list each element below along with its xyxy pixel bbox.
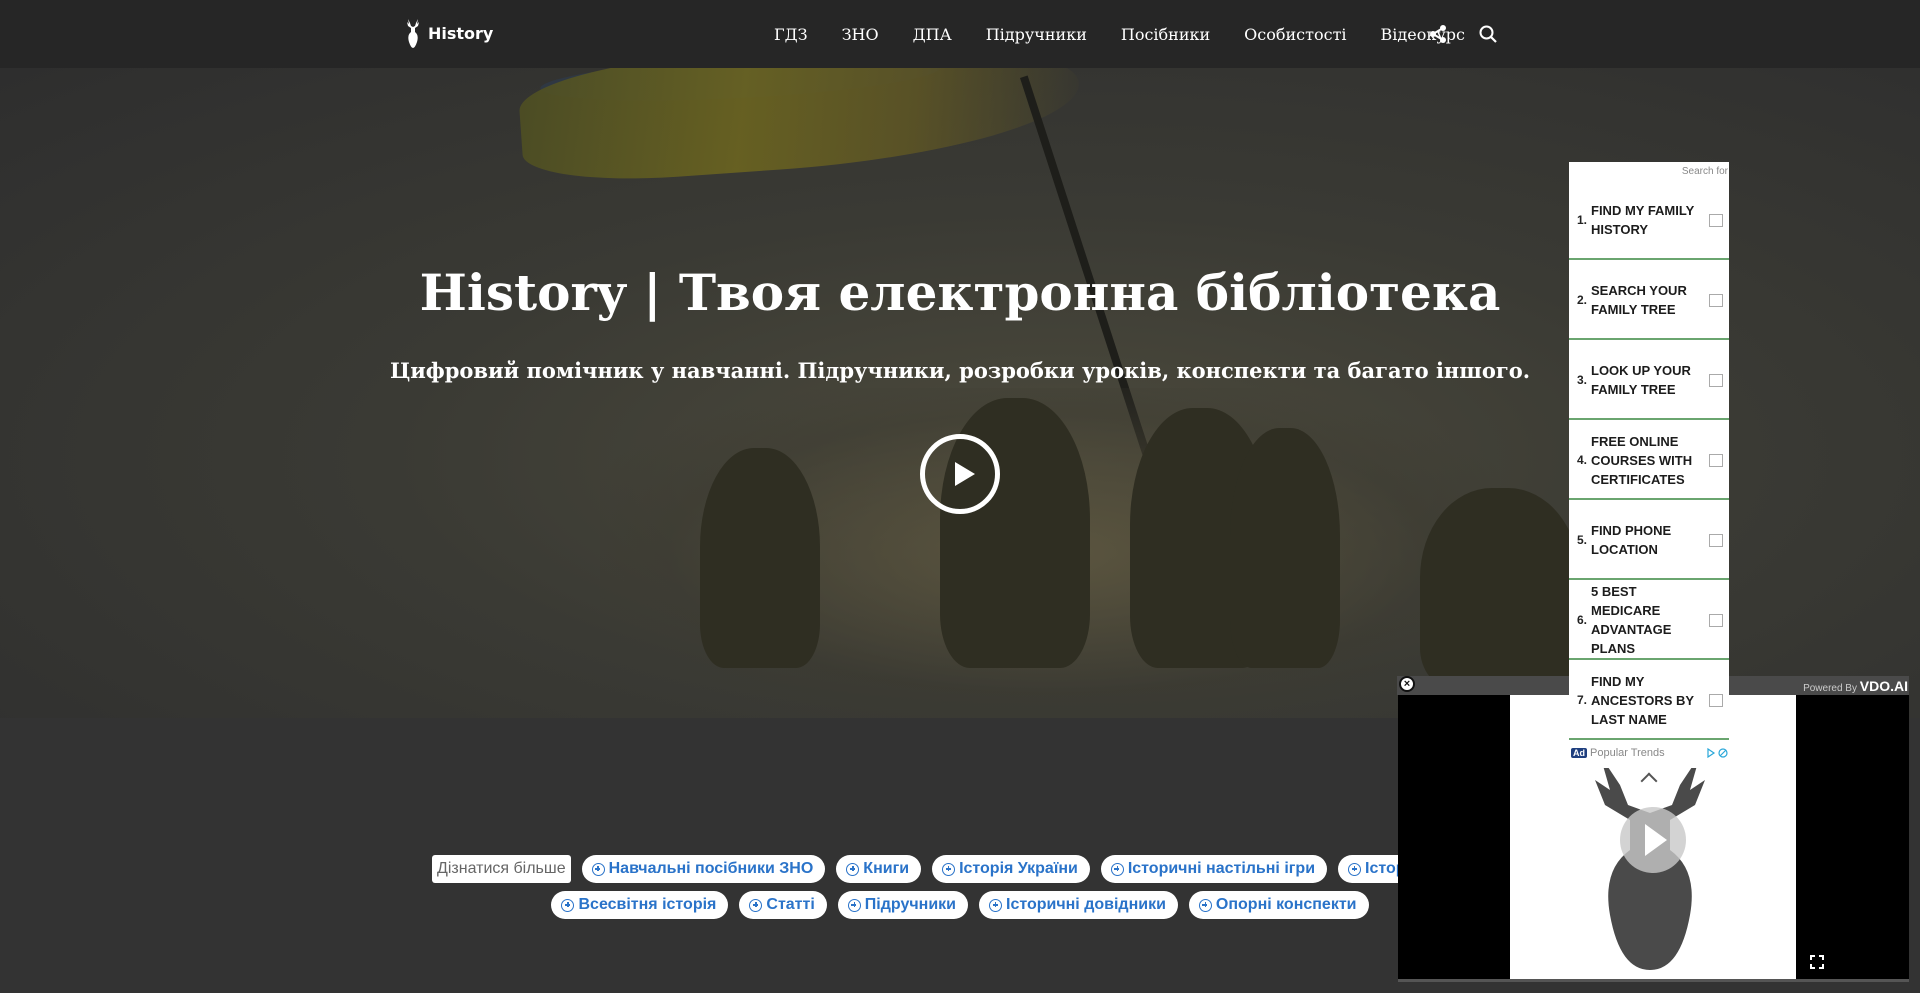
ad-item[interactable]: 7. FIND MY ANCESTORS BY LAST NAME: [1569, 662, 1729, 740]
plus-circle-icon: [561, 898, 575, 912]
ad-item-label: FIND MY ANCESTORS BY LAST NAME: [1591, 673, 1694, 727]
tag-world-history[interactable]: Всесвітня історія: [551, 891, 729, 919]
tag-summaries[interactable]: Опорні конспекти: [1188, 891, 1369, 919]
site-logo[interactable]: History: [404, 17, 493, 49]
ad-item-label: FREE ONLINE COURSES WITH CERTIFICATES: [1591, 433, 1693, 487]
plus-circle-icon: [749, 898, 763, 912]
powered-by-label: Powered By: [1803, 683, 1857, 694]
hero-play-button[interactable]: [920, 434, 1000, 514]
ad-item[interactable]: 4. FREE ONLINE COURSES WITH CERTIFICATES: [1569, 422, 1729, 500]
ad-item-number: 5.: [1576, 533, 1587, 547]
plus-circle-icon: [846, 862, 860, 876]
plus-circle-icon: [989, 898, 1002, 912]
tag-label: Статті: [766, 896, 815, 913]
share-icon[interactable]: [1428, 24, 1448, 44]
ad-footer: Ad Popular Trends: [1569, 742, 1729, 764]
nav-gdz[interactable]: ГДЗ: [774, 25, 808, 44]
learn-more-label: Дізнатися більше: [432, 855, 571, 883]
nav-textbooks[interactable]: Підручники: [986, 25, 1087, 44]
nav-manuals[interactable]: Посібники: [1121, 25, 1210, 44]
ad-item-number: 7.: [1576, 693, 1587, 707]
arrow-box-icon: [1709, 293, 1723, 307]
nav-personalities[interactable]: Особистості: [1244, 25, 1346, 44]
ad-item[interactable]: 1. FIND MY FAMILY HISTORY: [1569, 182, 1729, 260]
plus-circle-icon: [591, 862, 605, 876]
fullscreen-icon[interactable]: [1810, 955, 1824, 969]
powered-by: Powered By VDO.AI: [1803, 678, 1908, 694]
tag-textbooks[interactable]: Підручники: [837, 891, 968, 919]
tag-label: Опорні конспекти: [1215, 896, 1357, 913]
collapse-chevron-button[interactable]: [1632, 768, 1666, 786]
tag-label: Історичні настільні ігри: [1127, 860, 1316, 877]
ad-item-label: 5 BEST MEDICARE ADVANTAGE PLANS: [1591, 584, 1672, 656]
plus-circle-icon: [942, 862, 956, 876]
ad-item-number: 3.: [1576, 373, 1587, 387]
plus-circle-icon: [1348, 862, 1362, 876]
ad-item[interactable]: 5. FIND PHONE LOCATION: [1569, 502, 1729, 580]
ad-badge: Ad: [1571, 748, 1587, 758]
tag-label: Навчальні посібники ЗНО: [608, 860, 814, 877]
ad-footer-label: Popular Trends: [1590, 747, 1665, 759]
hero-flag: [516, 68, 1084, 188]
ad-item[interactable]: 3. LOOK UP YOUR FAMILY TREE: [1569, 342, 1729, 420]
ad-search-panel: Search for 1. FIND MY FAMILY HISTORY 2. …: [1569, 162, 1729, 768]
nav-videocourse[interactable]: Відеокурс: [1381, 25, 1465, 44]
ad-item-number: 6.: [1576, 613, 1587, 627]
arrow-box-icon: [1709, 213, 1723, 227]
ad-item-label: LOOK UP YOUR FAMILY TREE: [1591, 363, 1691, 397]
tag-label: Всесвітня історія: [578, 896, 717, 913]
tag-zno-manuals[interactable]: Навчальні посібники ЗНО: [581, 855, 826, 883]
tag-reference-books[interactable]: Історичні довідники: [979, 891, 1178, 919]
ad-item[interactable]: 2. SEARCH YOUR FAMILY TREE: [1569, 262, 1729, 340]
arrow-box-icon: [1709, 373, 1723, 387]
search-icon[interactable]: [1478, 24, 1498, 44]
site-header: History ГДЗ ЗНО ДПА Підручники Посібники…: [0, 0, 1920, 68]
ad-item-number: 2.: [1576, 293, 1587, 307]
tag-label: Підручники: [864, 896, 956, 913]
ad-item-label: SEARCH YOUR FAMILY TREE: [1591, 283, 1687, 317]
tag-board-games[interactable]: Історичні настільні ігри: [1100, 855, 1328, 883]
tag-label: Історичні довідники: [1006, 896, 1166, 913]
ad-item-label: FIND PHONE LOCATION: [1591, 523, 1672, 557]
plus-circle-icon: [1198, 898, 1212, 912]
tag-ukraine-history[interactable]: Історія України: [932, 855, 1090, 883]
nav-dpa[interactable]: ДПА: [913, 25, 952, 44]
tag-label: Книги: [863, 860, 910, 877]
deer-logo-icon: [407, 19, 419, 48]
adchoices-icon[interactable]: [1707, 748, 1729, 758]
main-nav: ГДЗ ЗНО ДПА Підручники Посібники Особист…: [774, 0, 1499, 68]
hero-soldier: [700, 448, 820, 668]
ad-item-number: 4.: [1576, 453, 1587, 467]
ad-item-number: 1.: [1576, 213, 1587, 227]
tag-books[interactable]: Книги: [836, 855, 922, 883]
arrow-box-icon: [1709, 533, 1723, 547]
video-play-button[interactable]: [1620, 807, 1686, 873]
arrow-box-icon: [1709, 693, 1723, 707]
ad-item-label: FIND MY FAMILY HISTORY: [1591, 203, 1695, 237]
ad-search-for: Search for: [1681, 166, 1728, 177]
video-progress-bar: [1398, 979, 1909, 982]
site-logo-text: History: [428, 23, 494, 43]
hero-soldier: [1230, 428, 1340, 668]
tag-articles[interactable]: Статті: [739, 891, 827, 919]
nav-zno[interactable]: ЗНО: [842, 25, 879, 44]
arrow-box-icon: [1709, 453, 1723, 467]
plus-circle-icon: [1110, 862, 1124, 876]
hero-soldier: [1420, 488, 1580, 688]
ad-item[interactable]: 6. 5 BEST MEDICARE ADVANTAGE PLANS: [1569, 582, 1729, 660]
arrow-box-icon: [1709, 613, 1723, 627]
plus-circle-icon: [847, 898, 861, 912]
tag-label: Історія України: [959, 860, 1078, 877]
video-close-button[interactable]: ×: [1399, 676, 1415, 692]
vdo-brand: VDO.AI: [1859, 678, 1908, 694]
